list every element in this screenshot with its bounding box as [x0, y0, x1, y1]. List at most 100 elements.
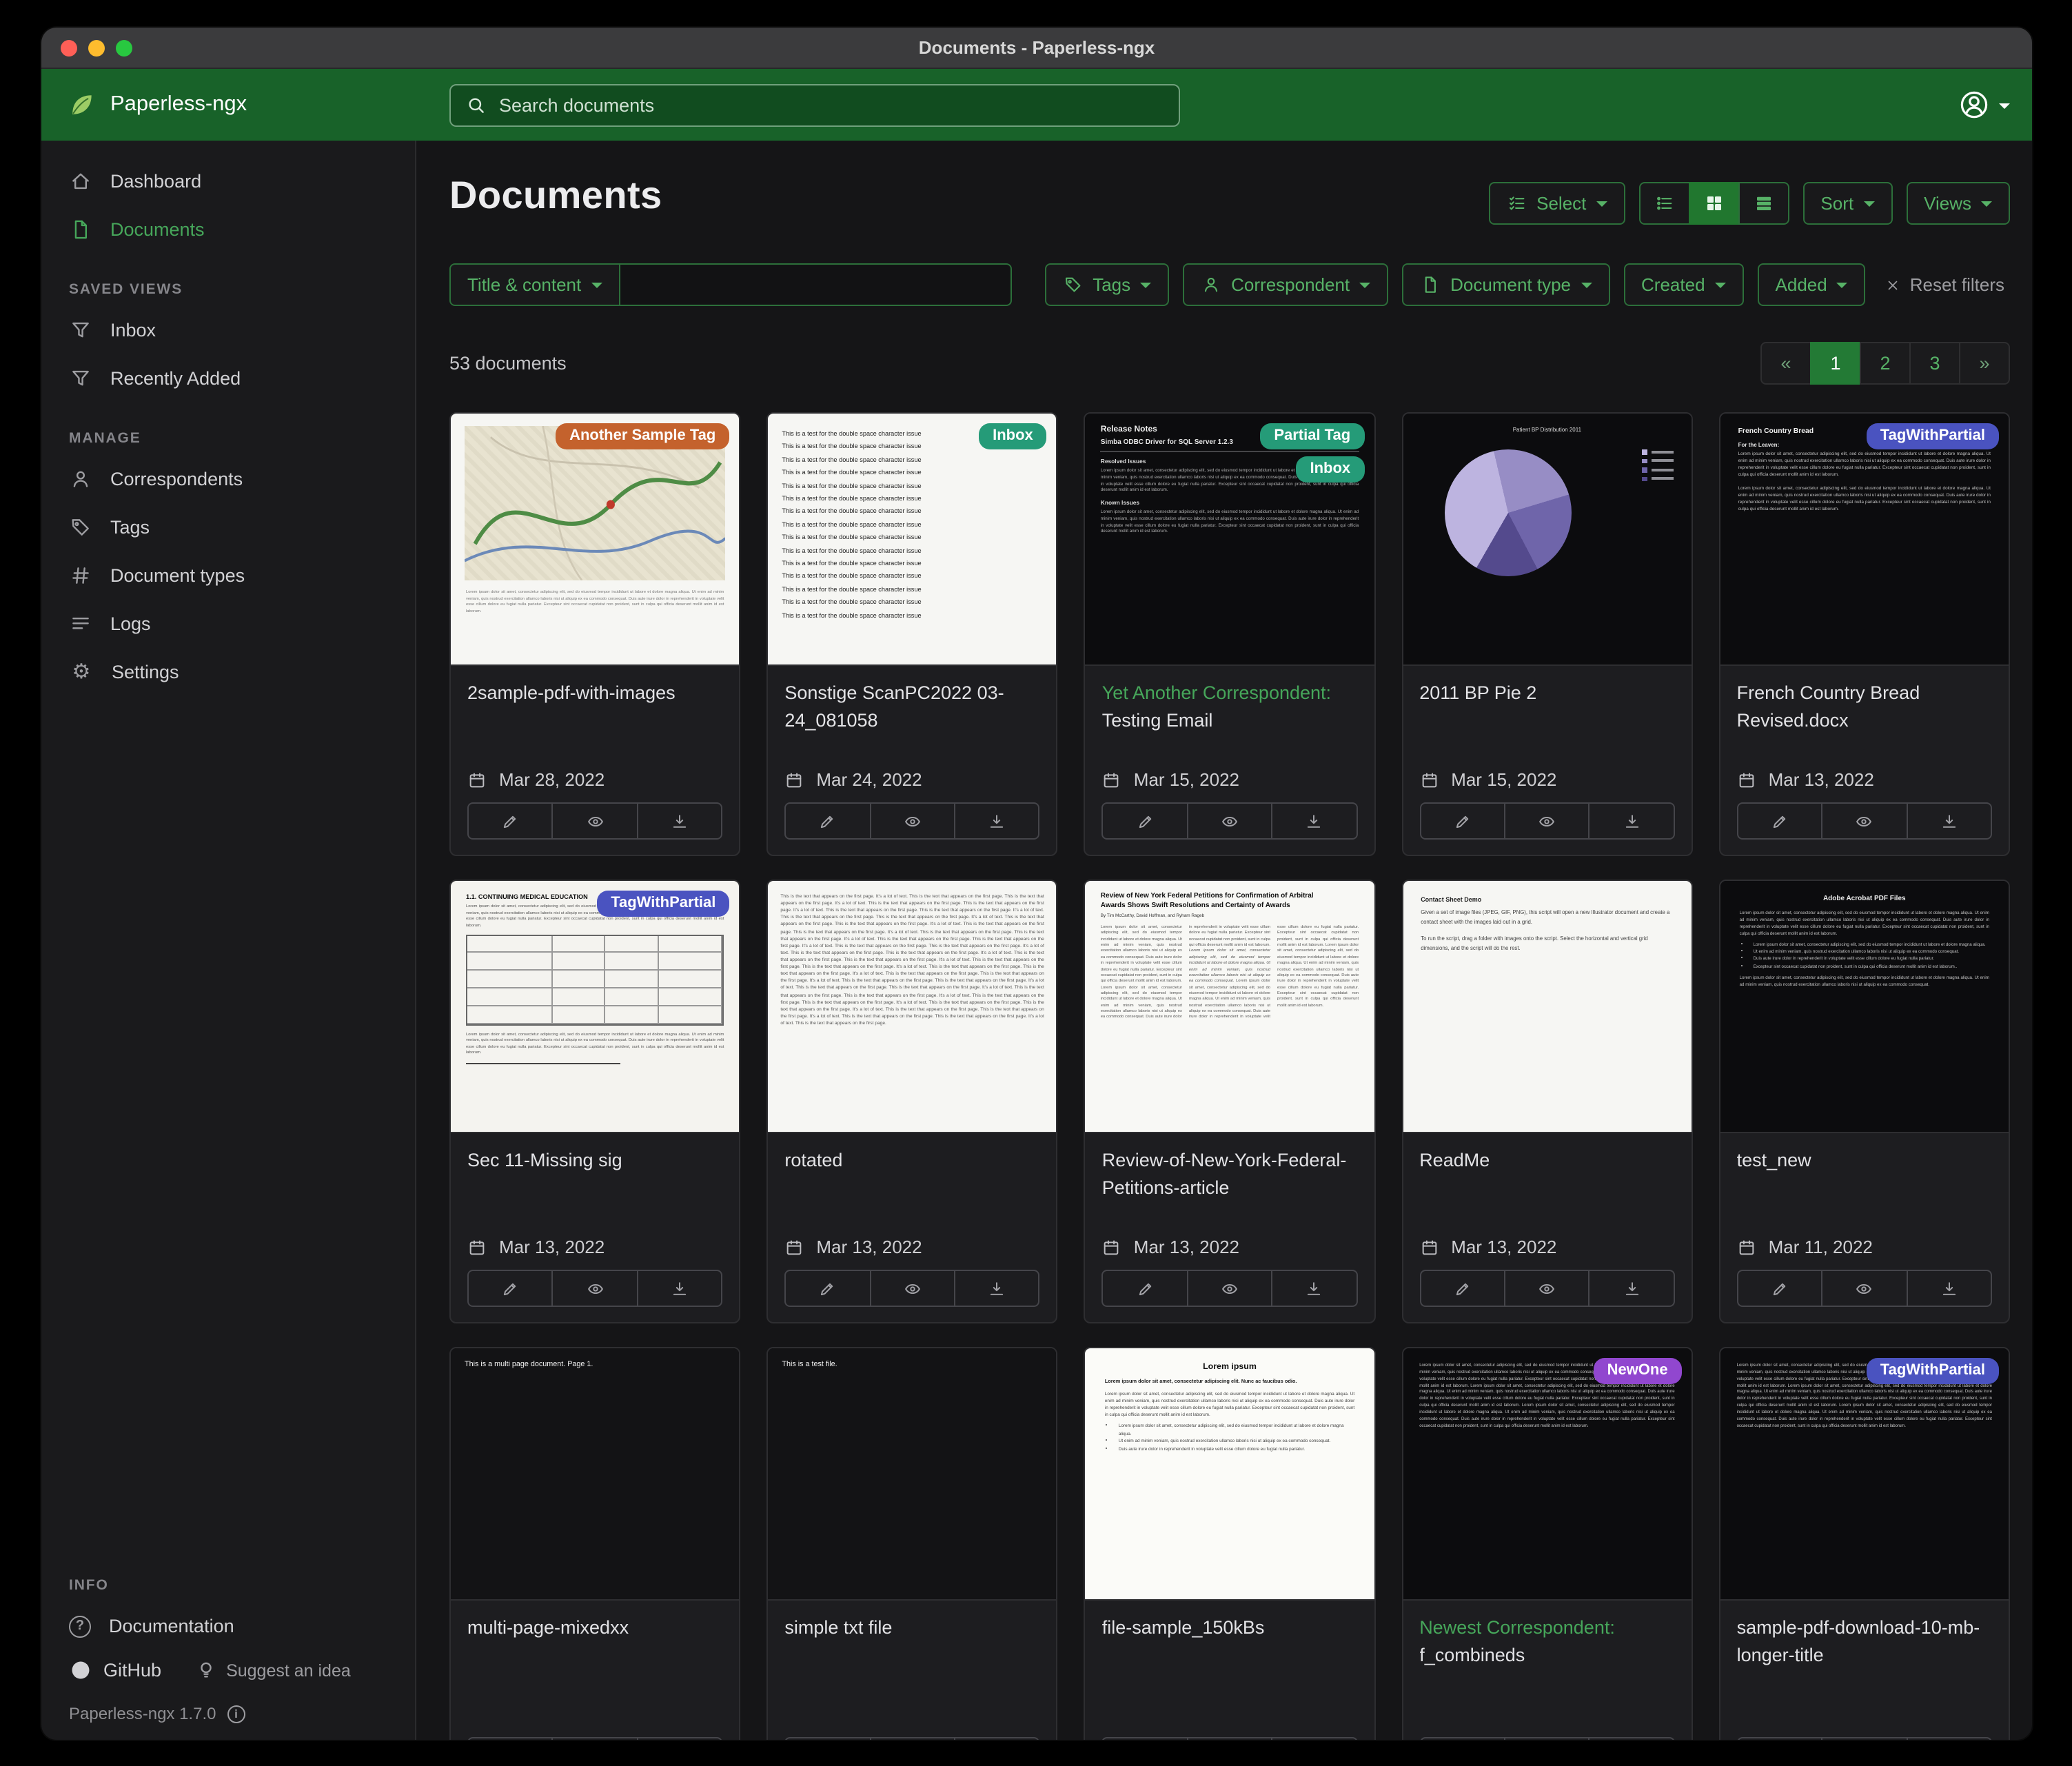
sidebar-item-inbox[interactable]: Inbox [41, 306, 415, 354]
view-document-button[interactable] [1504, 1737, 1590, 1740]
tag-chip[interactable]: Partial Tag [1260, 423, 1364, 449]
edit-document-button[interactable] [1102, 1270, 1188, 1307]
download-document-button[interactable] [1271, 1737, 1357, 1740]
zoom-button[interactable] [116, 39, 132, 56]
tag-chip[interactable]: NewOne [1594, 1358, 1682, 1384]
document-title[interactable]: multi-page-mixedxx [467, 1617, 629, 1638]
global-search[interactable] [449, 83, 1180, 126]
view-grid-button[interactable] [1688, 182, 1739, 225]
document-title[interactable]: rotated [784, 1150, 842, 1170]
sort-button[interactable]: Sort [1802, 182, 1892, 225]
filter-correspondent-button[interactable]: Correspondent [1183, 263, 1388, 306]
edit-document-button[interactable] [1737, 1270, 1823, 1307]
view-document-button[interactable] [1504, 1270, 1590, 1307]
document-title[interactable]: Testing Email [1102, 711, 1213, 731]
document-thumbnail[interactable]: Patient BP Distribution 2011 [1403, 414, 1691, 666]
view-document-button[interactable] [1187, 1737, 1273, 1740]
view-document-button[interactable] [552, 802, 638, 840]
close-button[interactable] [61, 39, 77, 56]
sidebar-item-document-types[interactable]: Document types [41, 551, 415, 600]
document-thumbnail[interactable]: Lorem ipsumLorem ipsum dolor sit amet, c… [1086, 1348, 1374, 1601]
sidebar-item-correspondents[interactable]: Correspondents [41, 455, 415, 503]
view-document-button[interactable] [1187, 802, 1273, 840]
sidebar-item-dashboard[interactable]: Dashboard [41, 157, 415, 205]
document-thumbnail[interactable]: Contact Sheet DemoGiven a set of image f… [1403, 881, 1691, 1133]
document-title[interactable]: simple txt file [784, 1617, 892, 1638]
download-document-button[interactable] [1589, 1737, 1675, 1740]
document-title[interactable]: Sec 11-Missing sig [467, 1150, 622, 1170]
edit-document-button[interactable] [467, 802, 553, 840]
document-title[interactable]: 2sample-pdf-with-images [467, 682, 676, 703]
tag-chip[interactable]: Another Sample Tag [556, 423, 729, 449]
view-document-button[interactable] [1187, 1270, 1273, 1307]
page-button-1[interactable]: 1 [1810, 342, 1861, 385]
edit-document-button[interactable] [784, 1270, 871, 1307]
view-document-button[interactable] [1821, 802, 1907, 840]
document-thumbnail[interactable]: 1.1. CONTINUING MEDICAL EDUCATIONLorem i… [451, 881, 739, 1133]
document-correspondent[interactable]: Newest Correspondent: [1419, 1617, 1615, 1638]
view-document-button[interactable] [869, 1270, 955, 1307]
tag-chip[interactable]: TagWithPartial [597, 891, 729, 917]
page-button-2[interactable]: 2 [1860, 342, 1911, 385]
edit-document-button[interactable] [1737, 1737, 1823, 1740]
sidebar-item-documentation[interactable]: ?Documentation [41, 1602, 415, 1650]
edit-document-button[interactable] [784, 1737, 871, 1740]
document-title[interactable]: Sonstige ScanPC2022 03-24_081058 [784, 682, 1004, 731]
view-document-button[interactable] [552, 1737, 638, 1740]
tag-chip[interactable]: TagWithPartial [1867, 1358, 1999, 1384]
views-button[interactable]: Views [1906, 182, 2010, 225]
document-thumbnail[interactable]: This is the text that appears on the fir… [768, 881, 1056, 1133]
document-title[interactable]: French Country Bread Revised.docx [1737, 682, 1920, 731]
document-thumbnail[interactable]: Release NotesSimba ODBC Driver for SQL S… [1086, 414, 1374, 666]
edit-document-button[interactable] [1419, 1270, 1505, 1307]
sidebar-item-recently-added[interactable]: Recently Added [41, 354, 415, 403]
select-button[interactable]: Select [1488, 182, 1625, 225]
view-document-button[interactable] [1504, 802, 1590, 840]
document-title[interactable]: file-sample_150kBs [1102, 1617, 1265, 1638]
edit-document-button[interactable] [1102, 802, 1188, 840]
sidebar-item-documents[interactable]: Documents [41, 205, 415, 254]
download-document-button[interactable] [1589, 802, 1675, 840]
document-thumbnail[interactable]: This is a test for the double space char… [768, 414, 1056, 666]
document-title[interactable]: sample-pdf-download-10-mb-longer-title [1737, 1617, 1980, 1666]
sidebar-item-logs[interactable]: Logs [41, 600, 415, 648]
download-document-button[interactable] [954, 1737, 1040, 1740]
filter-added-button[interactable]: Added [1758, 263, 1866, 306]
filter-input[interactable] [618, 263, 1011, 306]
page-next-button[interactable]: » [1959, 342, 2010, 385]
brand[interactable]: Paperless-ngx [41, 90, 416, 120]
edit-document-button[interactable] [1419, 1737, 1505, 1740]
download-document-button[interactable] [1906, 1737, 1992, 1740]
edit-document-button[interactable] [1102, 1737, 1188, 1740]
download-document-button[interactable] [637, 1270, 723, 1307]
document-thumbnail[interactable]: Lorem ipsum dolor sit amet, consectetur … [1403, 1348, 1691, 1601]
edit-document-button[interactable] [467, 1270, 553, 1307]
document-title[interactable]: Review-of-New-York-Federal-Petitions-art… [1102, 1150, 1347, 1199]
document-thumbnail[interactable]: Adobe Acrobat PDF FilesLorem ipsum dolor… [1720, 881, 2009, 1133]
tag-chip[interactable]: TagWithPartial [1867, 423, 1999, 449]
document-thumbnail[interactable]: Review of New York Federal Petitions for… [1086, 881, 1374, 1133]
download-document-button[interactable] [954, 1270, 1040, 1307]
page-button-3[interactable]: 3 [1909, 342, 1960, 385]
edit-document-button[interactable] [784, 802, 871, 840]
edit-document-button[interactable] [467, 1737, 553, 1740]
sidebar-item-settings[interactable]: ⚙Settings [41, 648, 415, 696]
view-list-button[interactable] [1638, 182, 1689, 225]
view-details-button[interactable] [1738, 182, 1789, 225]
github-link[interactable]: GitHub [69, 1658, 161, 1682]
download-document-button[interactable] [637, 802, 723, 840]
tag-chip[interactable]: Inbox [1297, 456, 1365, 483]
document-correspondent[interactable]: Yet Another Correspondent: [1102, 682, 1331, 703]
document-title[interactable]: f_combineds [1419, 1645, 1525, 1666]
minimize-button[interactable] [88, 39, 105, 56]
download-document-button[interactable] [1589, 1270, 1675, 1307]
filter-tags-button[interactable]: Tags [1044, 263, 1169, 306]
filter-document-type-button[interactable]: Document type [1402, 263, 1609, 306]
search-input[interactable] [499, 94, 1165, 115]
view-document-button[interactable] [552, 1270, 638, 1307]
view-document-button[interactable] [869, 802, 955, 840]
document-thumbnail[interactable]: This is a test file. [768, 1348, 1056, 1601]
filter-field-button[interactable]: Title & content [449, 263, 620, 306]
document-title[interactable]: 2011 BP Pie 2 [1419, 682, 1536, 703]
tag-chip[interactable]: Inbox [979, 423, 1047, 449]
